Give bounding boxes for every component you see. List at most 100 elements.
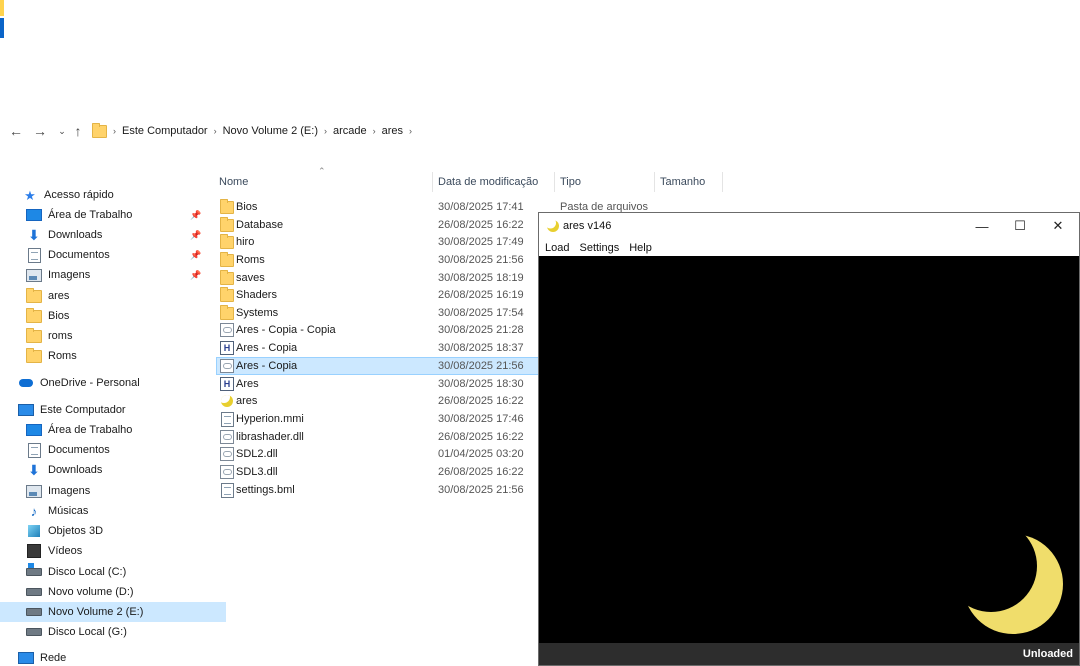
column-header-size[interactable]: Tamanho [660, 172, 705, 192]
table-row-selected[interactable]: Ares - Copia 30/08/2025 21:56 [216, 357, 546, 375]
breadcrumb-chevron-icon[interactable]: › [113, 126, 116, 136]
file-name: SDL3.dll [236, 466, 278, 478]
folder-icon [26, 327, 42, 343]
column-header-name[interactable]: Nome [219, 172, 248, 192]
back-arrow-icon[interactable]: ← [8, 122, 24, 140]
menu-load[interactable]: Load [545, 242, 569, 254]
sidebar-item-label: Acesso rápido [44, 189, 114, 201]
music-icon: ♪ [30, 503, 38, 519]
folder-icon [26, 287, 42, 303]
table-row[interactable]: Systems 30/08/2025 17:54 [216, 304, 546, 322]
table-row[interactable]: Database 26/08/2025 16:22 [216, 216, 546, 234]
sidebar-item-roms[interactable]: roms [0, 326, 226, 346]
file-icon [220, 411, 234, 427]
sidebar-item-pc-desktop[interactable]: Área de Trabalho [0, 420, 226, 440]
sidebar-item-pc-music[interactable]: ♪ Músicas [0, 501, 226, 521]
column-divider[interactable] [722, 172, 723, 192]
system-drive-icon [26, 563, 42, 579]
breadcrumb-chevron-icon[interactable]: › [409, 126, 412, 136]
breadcrumb-chevron-icon[interactable]: › [214, 126, 217, 136]
table-row[interactable]: Bios 30/08/2025 17:41 Pasta de arquivos [216, 198, 648, 216]
maximize-button[interactable]: ☐ [1001, 213, 1039, 239]
file-date: 30/08/2025 21:56 [438, 360, 524, 372]
menu-settings[interactable]: Settings [579, 242, 619, 254]
sidebar-item-documents[interactable]: Documentos 📌 [0, 245, 226, 265]
sidebar-item-this-pc[interactable]: Este Computador [0, 400, 218, 420]
column-header-type[interactable]: Tipo [560, 172, 581, 192]
sidebar-item-onedrive[interactable]: OneDrive - Personal [0, 373, 218, 393]
forward-arrow-icon[interactable]: → [32, 122, 48, 140]
breadcrumb-chevron-icon[interactable]: › [373, 126, 376, 136]
sidebar-item-drive-c[interactable]: Disco Local (C:) [0, 562, 226, 582]
emulator-viewport[interactable] [539, 256, 1079, 643]
sidebar-item-drive-e[interactable]: Novo Volume 2 (E:) [0, 602, 226, 622]
ares-window[interactable]: ares v146 — ☐ ✕ Load Settings Help Unloa… [538, 212, 1080, 666]
breadcrumb-ares[interactable]: ares [382, 125, 403, 137]
window-title: ares v146 [563, 220, 612, 232]
folder-icon [220, 233, 234, 249]
column-divider[interactable] [654, 172, 655, 192]
sidebar-item-label: Rede [40, 651, 67, 664]
table-row[interactable]: saves 30/08/2025 18:19 [216, 269, 546, 287]
file-name: Ares [236, 378, 259, 390]
column-divider[interactable] [554, 172, 555, 192]
sidebar-item-drive-g[interactable]: Disco Local (G:) [0, 622, 226, 642]
table-row[interactable]: Hyperion.mmi 30/08/2025 17:46 [216, 410, 546, 428]
file-date: 30/08/2025 21:56 [438, 254, 524, 266]
sidebar-item-pc-videos[interactable]: Vídeos [0, 541, 226, 561]
up-arrow-icon[interactable]: ↑ [70, 122, 86, 140]
table-row[interactable]: Ares - Copia - Copia 30/08/2025 21:28 [216, 321, 546, 339]
breadcrumb-chevron-icon[interactable]: › [324, 126, 327, 136]
drive-icon [26, 605, 42, 619]
sidebar-item-drive-d[interactable]: Novo volume (D:) [0, 582, 226, 602]
title-bar[interactable]: ares v146 — ☐ ✕ [539, 213, 1079, 239]
file-name: settings.bml [236, 484, 295, 496]
table-row[interactable]: Shaders 26/08/2025 16:19 [216, 286, 546, 304]
sidebar-item-pc-documents[interactable]: Documentos [0, 440, 226, 460]
table-row[interactable]: hiro 30/08/2025 17:49 [216, 233, 546, 251]
breadcrumb: › Este Computador › Novo Volume 2 (E:) ›… [92, 122, 412, 140]
file-name: Roms [236, 254, 265, 266]
table-row[interactable]: librashader.dll 26/08/2025 16:22 [216, 428, 546, 446]
table-row[interactable]: SDL2.dll 01/04/2025 03:20 [216, 445, 546, 463]
sidebar-item-pc-downloads[interactable]: ⬇ Downloads [0, 460, 226, 480]
sidebar-item-roms-upper[interactable]: Roms [0, 346, 226, 366]
file-date: 30/08/2025 17:41 [438, 201, 524, 213]
sidebar-item-pc-3d-objects[interactable]: Objetos 3D [0, 521, 226, 541]
table-row[interactable]: SDL3.dll 26/08/2025 16:22 [216, 463, 546, 481]
minimize-button[interactable]: — [963, 213, 1001, 239]
breadcrumb-drive[interactable]: Novo Volume 2 (E:) [223, 125, 318, 137]
column-header-date[interactable]: Data de modificação [438, 172, 538, 192]
sidebar-item-downloads[interactable]: ⬇ Downloads 📌 [0, 225, 226, 245]
sidebar-item-ares[interactable]: ares [0, 286, 226, 306]
file-date: 30/08/2025 17:54 [438, 307, 524, 319]
table-row[interactable]: Roms 30/08/2025 21:56 [216, 251, 546, 269]
cloud-icon [18, 376, 34, 390]
breadcrumb-this-pc[interactable]: Este Computador [122, 125, 208, 137]
file-date: 26/08/2025 16:22 [438, 431, 524, 443]
sidebar-item-label: Novo Volume 2 (E:) [48, 606, 144, 618]
sidebar-item-desktop[interactable]: Área de Trabalho 📌 [0, 205, 226, 225]
column-divider[interactable] [432, 172, 433, 192]
table-row[interactable]: settings.bml 30/08/2025 21:56 [216, 481, 546, 499]
sidebar-item-network[interactable]: Rede [0, 649, 218, 666]
sidebar-item-bios[interactable]: Bios [0, 306, 226, 326]
file-date: 30/08/2025 18:37 [438, 342, 524, 354]
breadcrumb-arcade[interactable]: arcade [333, 125, 367, 137]
table-row[interactable]: ares 26/08/2025 16:22 [216, 392, 546, 410]
sidebar-item-label: roms [48, 330, 73, 342]
close-button[interactable]: ✕ [1039, 213, 1077, 239]
sidebar-item-pc-pictures[interactable]: Imagens [0, 481, 226, 501]
table-row[interactable]: H Ares 30/08/2025 18:30 [216, 375, 546, 393]
menu-bar: Load Settings Help [539, 239, 1079, 256]
sidebar-item-pictures[interactable]: Imagens 📌 [0, 265, 226, 285]
sidebar-item-quick-access[interactable]: ★ Acesso rápido [0, 185, 222, 205]
table-row[interactable]: H Ares - Copia 30/08/2025 18:37 [216, 339, 546, 357]
file-date: 30/08/2025 18:30 [438, 378, 524, 390]
folder-icon [92, 122, 107, 138]
drive-icon [26, 625, 42, 639]
pictures-icon [26, 484, 42, 498]
recent-chevron-icon[interactable]: ⌄ [54, 122, 70, 140]
menu-help[interactable]: Help [629, 242, 652, 254]
ares-moon-icon [546, 219, 559, 232]
